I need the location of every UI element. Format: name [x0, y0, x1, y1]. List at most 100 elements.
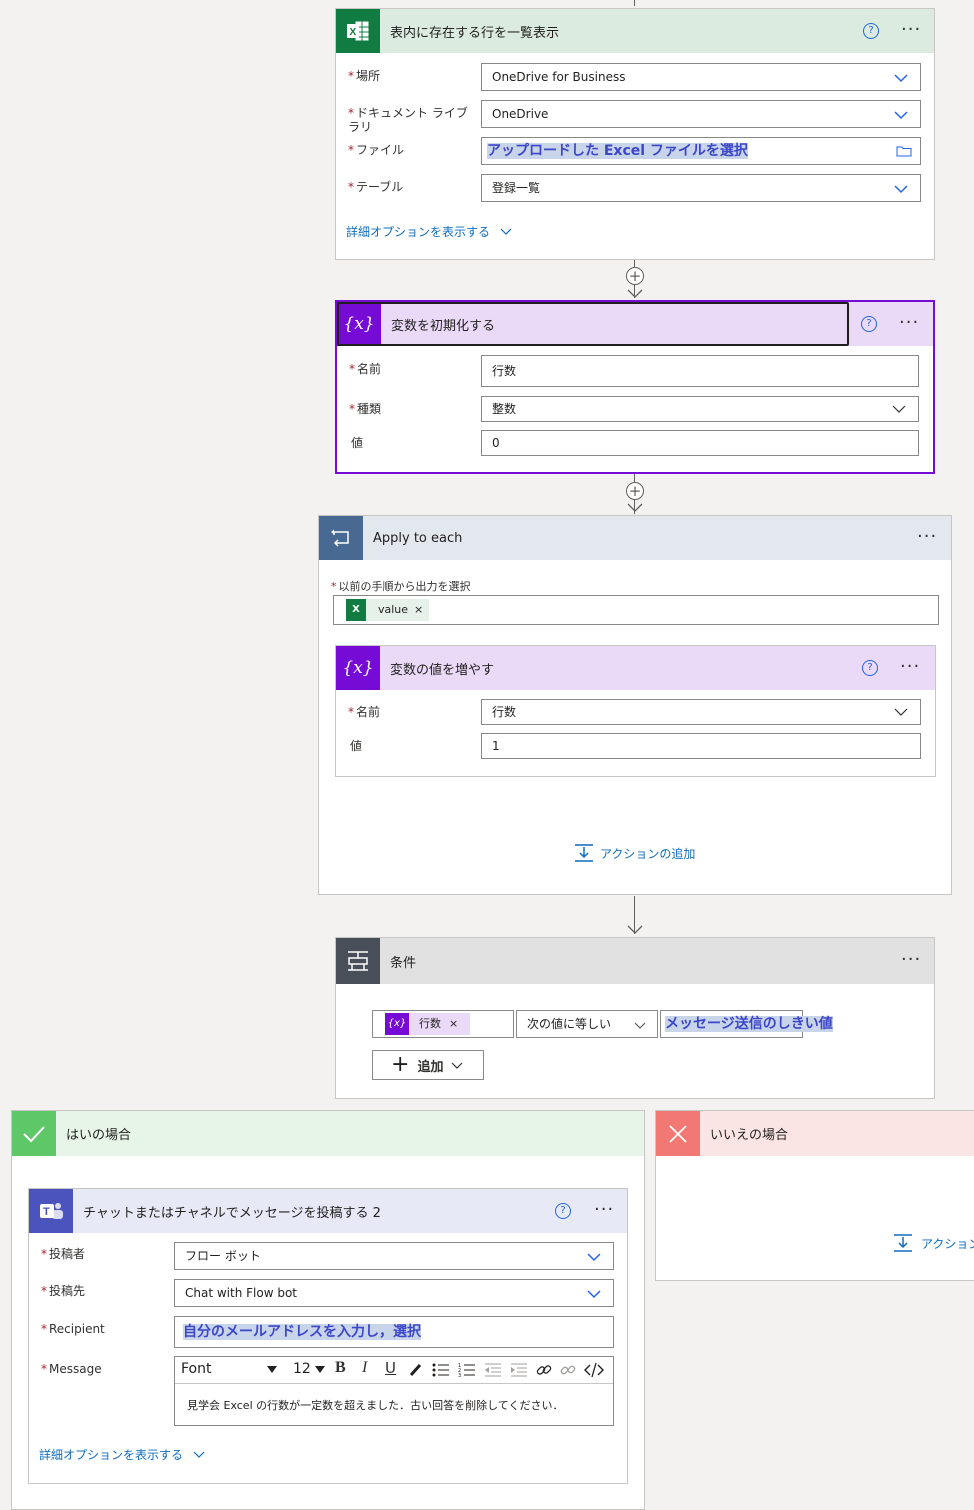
add-condition-button[interactable]: + 追加 [372, 1050, 484, 1080]
underline-icon[interactable]: U [385, 1359, 396, 1377]
font-size-dropdown[interactable]: 12 [293, 1361, 329, 1377]
more-options-icon[interactable]: ··· [899, 314, 919, 332]
help-icon[interactable]: ? [555, 1203, 571, 1219]
yes-branch-title: はいの場合 [66, 1128, 132, 1143]
more-options-icon[interactable]: ··· [901, 951, 921, 969]
advanced-options-label: 詳細オプションを表示する [346, 225, 491, 239]
condition-left-operand[interactable]: {x} 行数 × [372, 1010, 514, 1038]
recipient-input[interactable]: 自分のメールアドレスを入力し，選択 [174, 1316, 614, 1348]
show-advanced-options-link[interactable]: 詳細オプションを表示する [346, 223, 512, 240]
bold-icon[interactable]: B [335, 1359, 346, 1377]
increment-variable-header[interactable]: {x} 変数の値を増やす ? ··· [336, 646, 935, 690]
add-condition-label: 追加 [417, 1059, 444, 1075]
recipient-value: 自分のメールアドレスを入力し，選択 [183, 1324, 421, 1340]
caret-down-icon [315, 1366, 325, 1373]
arrow-down-icon [627, 925, 643, 934]
list-rows-header[interactable]: X 表内に存在する行を一覧表示 ? ··· [336, 9, 934, 53]
table-value: 登録一覧 [492, 181, 541, 195]
italic-icon[interactable]: I [362, 1359, 367, 1377]
select-output-label: * 以前の手順から出力を選択 [331, 580, 471, 593]
add-action-label: アクション [921, 1236, 974, 1251]
location-dropdown[interactable]: OneDrive for Business [481, 63, 921, 91]
help-icon[interactable]: ? [863, 23, 879, 39]
increase-indent-icon[interactable] [510, 1362, 528, 1378]
row-count-token[interactable]: {x} 行数 × [385, 1011, 471, 1037]
connector-top [634, 0, 635, 6]
font-family-dropdown[interactable]: Font [181, 1361, 281, 1377]
table-dropdown[interactable]: 登録一覧 [481, 174, 921, 202]
increment-name-label: * 名前 [348, 705, 381, 719]
list-rows-card: X 表内に存在する行を一覧表示 ? ··· * 場所 OneDrive for B… [335, 8, 935, 260]
excel-icon: X [346, 599, 366, 621]
remove-token-icon[interactable]: × [414, 597, 423, 623]
condition-right-operand[interactable]: メッセージ送信のしきい値 [660, 1010, 833, 1038]
condition-header[interactable]: 条件 ··· [336, 938, 934, 984]
variable-type-dropdown[interactable]: 整数 [481, 396, 919, 422]
no-branch-header: いいえの場合 [656, 1111, 974, 1156]
link-icon[interactable] [536, 1362, 552, 1378]
condition-operator-dropdown[interactable]: 次の値に等しい [516, 1010, 658, 1038]
add-action-button[interactable]: アクション [893, 1233, 974, 1253]
file-picker-field[interactable]: アップロードした Excel ファイルを選択 [481, 137, 921, 165]
value-token[interactable]: X value × [346, 597, 430, 623]
poster-value: フロー ボット [185, 1249, 261, 1263]
insert-step-button[interactable]: + [626, 482, 644, 500]
check-icon [12, 1111, 56, 1156]
folder-icon[interactable] [896, 145, 912, 157]
post-message-card: T チャットまたはチャネルでメッセージを投稿する 2 ? ··· * 投稿者 フロ… [28, 1188, 628, 1484]
initialize-variable-header[interactable]: {x} 変数を初期化する ? ··· [337, 302, 933, 346]
add-action-icon [894, 1234, 912, 1252]
excel-icon: X [336, 9, 380, 53]
variable-name-input[interactable]: 行数 [481, 355, 919, 387]
no-branch-panel: いいえの場合 アクション [655, 1110, 974, 1281]
library-value: OneDrive [492, 107, 549, 121]
variable-value-input[interactable]: 0 [481, 430, 919, 456]
post-message-header[interactable]: T チャットまたはチャネルでメッセージを投稿する 2 ? ··· [29, 1189, 627, 1233]
threshold-value: メッセージ送信のしきい値 [665, 1016, 833, 1032]
chevron-down-icon [892, 405, 906, 413]
increment-value-label: 値 [350, 739, 363, 753]
font-family-value: Font [181, 1361, 212, 1377]
decrease-indent-icon[interactable] [484, 1362, 502, 1378]
list-rows-title: 表内に存在する行を一覧表示 [390, 25, 560, 41]
poster-dropdown[interactable]: フロー ボット [174, 1242, 614, 1270]
add-action-label: アクションの追加 [600, 846, 696, 861]
highlight-pen-icon[interactable] [408, 1362, 424, 1378]
more-options-icon[interactable]: ··· [917, 528, 937, 546]
variable-value-label: 値 [351, 436, 364, 450]
code-view-icon[interactable] [584, 1362, 604, 1378]
select-output-field[interactable]: X value × [333, 595, 939, 625]
add-action-icon [575, 844, 593, 862]
increment-variable-card: {x} 変数の値を増やす ? ··· * 名前 行数 値 1 [335, 645, 936, 777]
show-advanced-options-link[interactable]: 詳細オプションを表示する [39, 1446, 205, 1463]
numbered-list-icon[interactable]: 123 [458, 1362, 476, 1378]
more-options-icon[interactable]: ··· [900, 658, 920, 676]
operator-value: 次の値に等しい [527, 1017, 612, 1031]
location-value: OneDrive for Business [492, 70, 626, 84]
chevron-down-icon [587, 1290, 601, 1299]
post-message-title: チャットまたはチャネルでメッセージを投稿する 2 [83, 1205, 381, 1221]
insert-step-button[interactable]: + [626, 267, 644, 285]
message-editor[interactable]: Font 12 B I U 123 見学会 Excel の行数が一定数を超えまし… [174, 1356, 614, 1426]
chevron-down-icon [193, 1451, 205, 1458]
location-label: * 場所 [348, 69, 381, 83]
help-icon[interactable]: ? [862, 660, 878, 676]
variable-type-label: * 種類 [349, 402, 382, 416]
increment-name-dropdown[interactable]: 行数 [481, 699, 921, 725]
message-text: 見学会 Excel の行数が一定数を超えました．古い回答を削除してください． [187, 1399, 564, 1412]
library-dropdown[interactable]: OneDrive [481, 100, 921, 128]
post-in-dropdown[interactable]: Chat with Flow bot [174, 1279, 614, 1307]
unlink-icon[interactable] [560, 1362, 576, 1378]
remove-token-icon[interactable]: × [449, 1011, 458, 1037]
more-options-icon[interactable]: ··· [901, 21, 921, 39]
help-icon[interactable]: ? [861, 316, 877, 332]
chevron-down-icon [894, 708, 908, 716]
file-label: * ファイル [348, 143, 405, 157]
bulleted-list-icon[interactable] [432, 1362, 450, 1378]
apply-to-each-header[interactable]: Apply to each ··· [319, 516, 951, 560]
initialize-variable-card: {x} 変数を初期化する ? ··· * 名前 行数 * 種類 整数 値 0 [335, 300, 935, 474]
increment-value-input[interactable]: 1 [481, 733, 921, 759]
add-action-button[interactable]: アクションの追加 [574, 843, 695, 863]
chevron-down-icon [634, 1022, 646, 1029]
more-options-icon[interactable]: ··· [594, 1201, 614, 1219]
